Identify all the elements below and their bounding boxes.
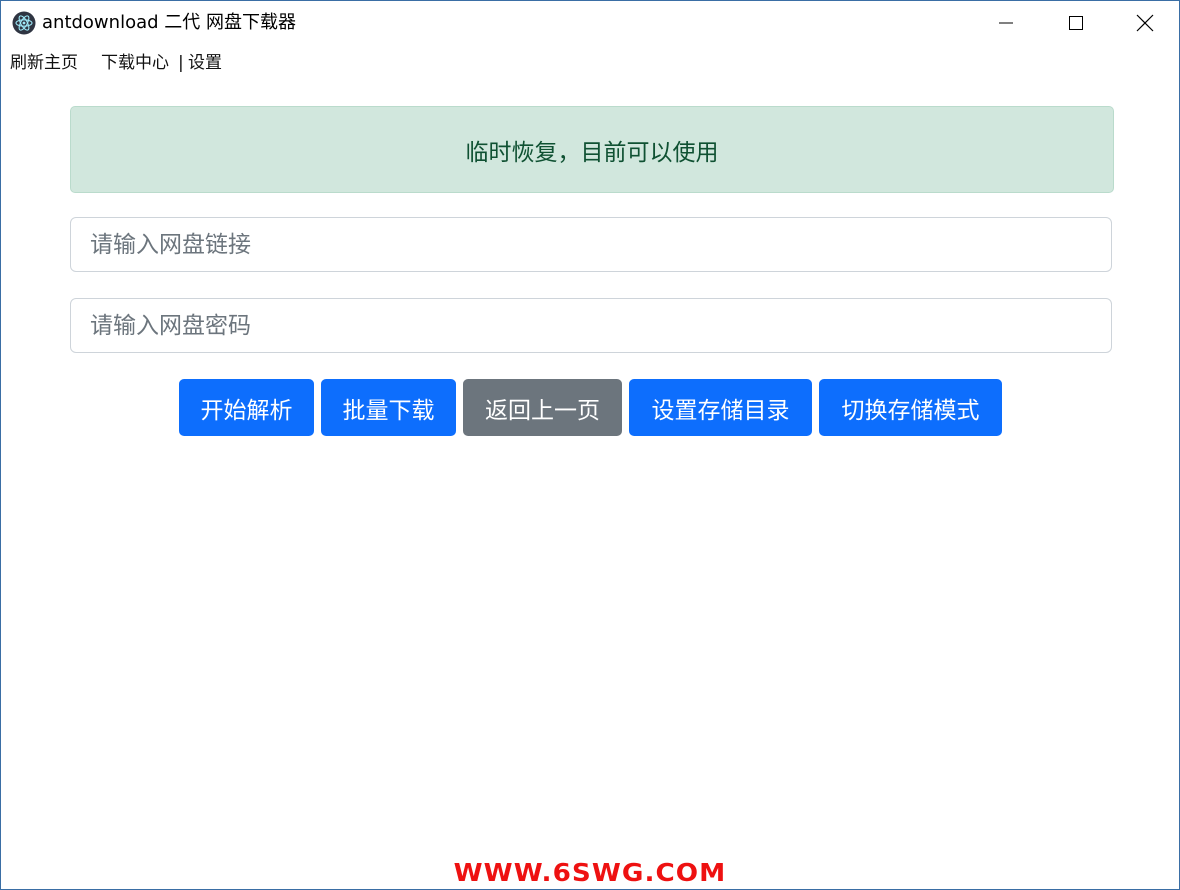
status-alert-text: 临时恢复，目前可以使用 <box>465 139 719 166</box>
share-link-input[interactable] <box>70 217 1112 272</box>
menu-separator: | <box>178 53 184 73</box>
maximize-button[interactable] <box>1041 1 1111 45</box>
minimize-icon <box>999 22 1013 24</box>
batch-download-button[interactable]: 批量下载 <box>321 379 456 436</box>
menu-bar: 刷新主页 下载中心 | 设置 <box>1 45 1179 81</box>
minimize-button[interactable] <box>971 1 1041 45</box>
set-storage-dir-button[interactable]: 设置存储目录 <box>629 379 812 436</box>
status-alert: 临时恢复，目前可以使用 <box>70 106 1114 193</box>
go-back-button[interactable]: 返回上一页 <box>463 379 622 436</box>
start-parse-button[interactable]: 开始解析 <box>179 379 314 436</box>
title-bar: antdownload 二代 网盘下载器 <box>1 1 1179 45</box>
share-password-input[interactable] <box>70 298 1112 353</box>
close-button[interactable] <box>1110 1 1180 45</box>
watermark-text: WWW.6SWG.COM <box>453 858 727 887</box>
app-window: antdownload 二代 网盘下载器 刷新主页 下载中心 | 设置 临时恢复… <box>0 0 1180 890</box>
close-icon <box>1136 14 1154 32</box>
switch-storage-mode-button[interactable]: 切换存储模式 <box>819 379 1002 436</box>
menu-download-center[interactable]: 下载中心 <box>101 52 169 74</box>
electron-atom-icon <box>12 11 36 35</box>
menu-settings[interactable]: 设置 <box>188 52 222 74</box>
menu-refresh-home[interactable]: 刷新主页 <box>10 52 78 74</box>
window-title: antdownload 二代 网盘下载器 <box>42 12 296 33</box>
maximize-icon <box>1069 16 1083 30</box>
